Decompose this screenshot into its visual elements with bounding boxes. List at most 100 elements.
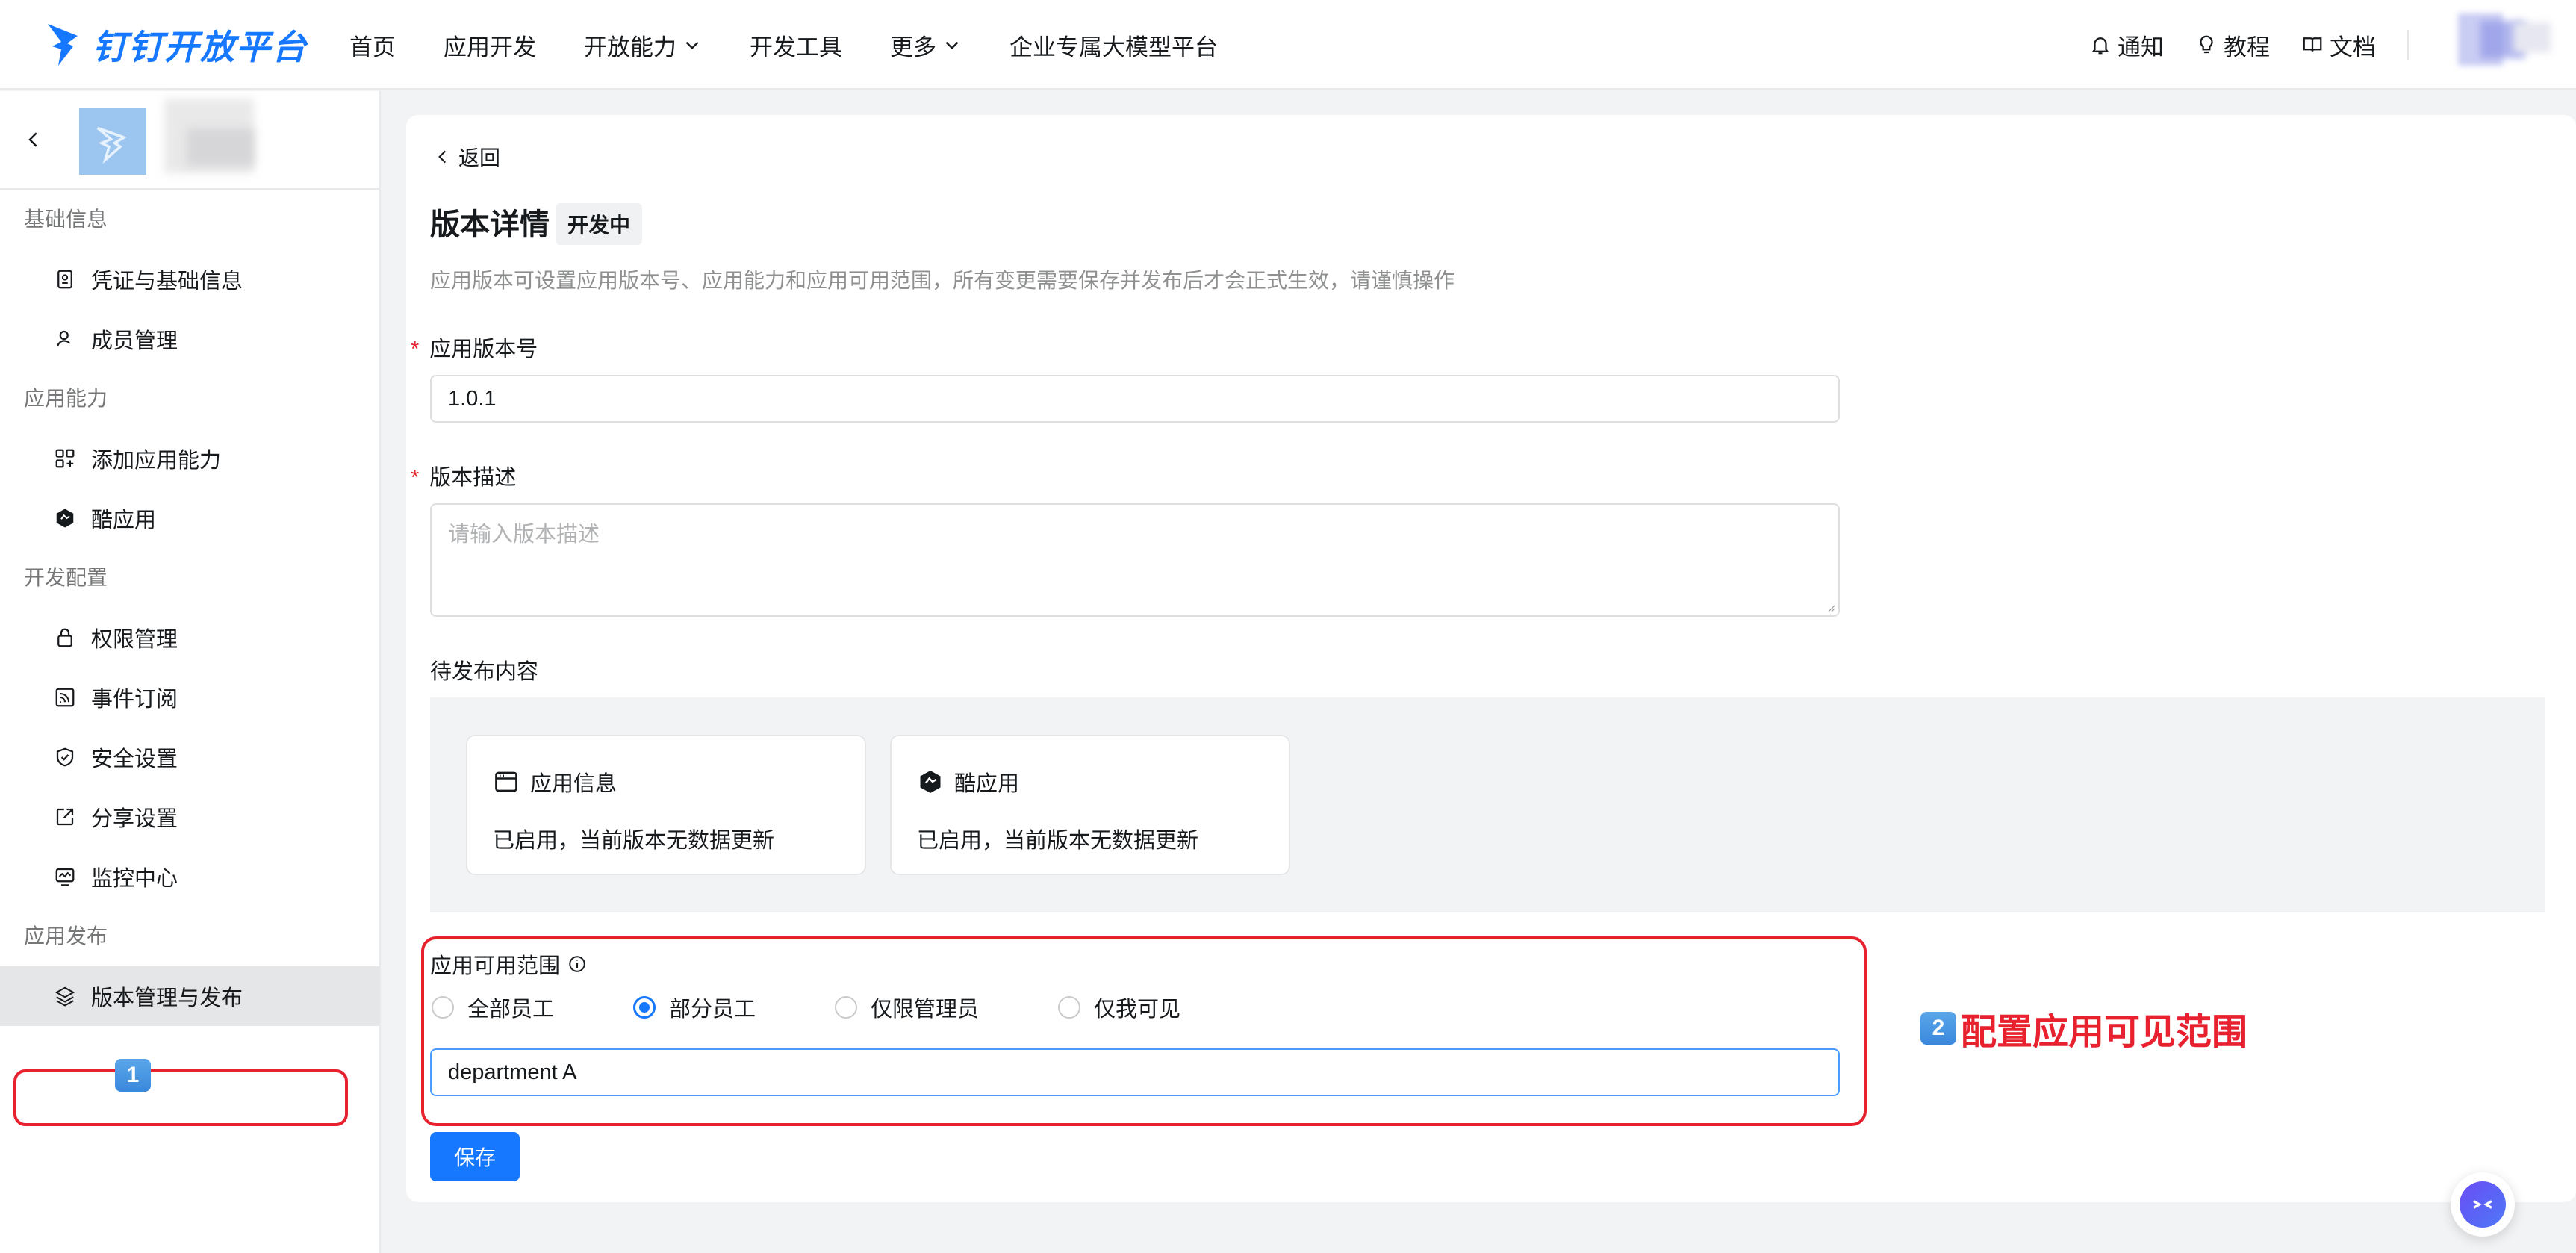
sidebar-item-label: 凭证与基础信息 <box>91 270 243 293</box>
app-icon <box>79 108 146 175</box>
info-icon[interactable] <box>567 954 587 974</box>
pending-card-app-info: 应用信息 已启用，当前版本无数据更新 <box>466 735 866 875</box>
sidebar-item-members[interactable]: 成员管理 <box>0 309 379 369</box>
radio-circle[interactable] <box>432 996 454 1019</box>
sidebar-group-title: 应用发布 <box>24 924 108 948</box>
nav-enterprise-llm[interactable]: 企业专属大模型平台 <box>1009 28 1218 62</box>
radio-all-employees[interactable]: 全部员工 <box>432 992 554 1023</box>
radio-some-employees[interactable]: 部分员工 <box>633 992 756 1023</box>
nav-more[interactable]: 更多 <box>890 28 962 62</box>
chevron-down-icon <box>685 41 699 50</box>
monitor-icon <box>55 868 75 886</box>
sidebar-item-events[interactable]: 事件订阅 <box>0 668 379 727</box>
step-1-badge: 1 <box>115 1059 151 1092</box>
bell-icon <box>2091 37 2109 55</box>
sidebar-item-label: 版本管理与发布 <box>91 986 243 1010</box>
assistant-icon <box>2460 1181 2506 1228</box>
sidebar-item-add-capability[interactable]: 添加应用能力 <box>0 429 379 488</box>
version-label: * 应用版本号 <box>411 332 538 363</box>
radio-circle[interactable] <box>1058 996 1081 1019</box>
book-icon <box>2303 37 2322 52</box>
pending-title: 待发布内容 <box>430 660 539 684</box>
nav-app-dev[interactable]: 应用开发 <box>444 28 536 62</box>
back-link[interactable]: 返回 <box>433 142 500 172</box>
radio-only-me[interactable]: 仅我可见 <box>1058 992 1180 1023</box>
nav-label: 首页 <box>349 34 396 60</box>
sidebar-item-version-publish[interactable]: 版本管理与发布 <box>0 966 379 1026</box>
resize-grip-icon[interactable] <box>1825 602 1835 612</box>
docs-link[interactable]: 文档 <box>2301 28 2376 62</box>
save-button[interactable]: 保存 <box>430 1132 520 1181</box>
sidebar-item-label: 安全设置 <box>91 747 178 771</box>
required-mark: * <box>411 338 420 361</box>
member-icon <box>56 330 71 347</box>
window-icon <box>495 771 517 792</box>
radio-label: 部分员工 <box>669 998 756 1022</box>
brand-logo[interactable]: 钉钉开放平台 <box>45 13 308 76</box>
radio-label: 仅限管理员 <box>871 998 980 1022</box>
version-label-text: 应用版本号 <box>429 338 538 361</box>
nav-home[interactable]: 首页 <box>349 28 396 62</box>
required-mark: * <box>411 466 420 490</box>
sidebar-item-label: 添加应用能力 <box>91 449 222 473</box>
main-card: 返回 版本详情 开发中 应用版本可设置应用版本号、应用能力和应用可用范围，所有变… <box>406 115 2576 1202</box>
chevron-left-icon[interactable] <box>22 128 45 151</box>
pending-card-cool-app: 酷应用 已启用，当前版本无数据更新 <box>890 735 1290 875</box>
nav-label: 开发工具 <box>750 34 842 60</box>
main-nav: 首页 应用开发 开放能力 开发工具 更多 企业专属大模型平台 <box>349 0 1266 90</box>
sidebar-item-cool-app[interactable]: 酷应用 <box>0 488 379 548</box>
nav-dev-tools[interactable]: 开发工具 <box>750 28 842 62</box>
radio-circle[interactable] <box>633 996 656 1019</box>
sidebar-item-credentials[interactable]: 凭证与基础信息 <box>0 249 379 309</box>
nav-divider <box>2407 30 2409 60</box>
pending-card-header: 应用信息 <box>493 766 617 797</box>
highlight-box-sidebar <box>13 1069 348 1126</box>
page-description: 应用版本可设置应用版本号、应用能力和应用可用范围，所有变更需要保存并发布后才会正… <box>430 269 1455 292</box>
nav-right: 通知 教程 文档 <box>2089 0 2576 90</box>
sidebar-item-label: 权限管理 <box>91 628 178 652</box>
cool-app-icon <box>56 509 74 528</box>
desc-placeholder: 请输入版本描述 <box>448 523 600 547</box>
pending-card-body: 已启用，当前版本无数据更新 <box>917 829 1199 853</box>
sidebar-group-title: 应用能力 <box>24 387 108 410</box>
chevron-down-icon <box>945 41 959 50</box>
radio-circle[interactable] <box>835 996 858 1019</box>
sidebar-item-monitor[interactable]: 监控中心 <box>0 847 379 907</box>
app-name <box>164 99 269 181</box>
rss-icon <box>55 688 75 707</box>
range-department-selector[interactable]: department A <box>430 1048 1840 1096</box>
sidebar-item-label: 分享设置 <box>91 807 178 831</box>
version-value: 1.0.1 <box>448 386 497 411</box>
sidebar-item-label: 成员管理 <box>91 329 178 353</box>
department-value: department A <box>448 1060 577 1084</box>
version-description-textarea[interactable]: 请输入版本描述 <box>430 503 1840 617</box>
cool-app-icon <box>920 771 941 793</box>
pending-card-header: 酷应用 <box>917 766 1019 797</box>
step-2-annotation: 2 配置应用可见范围 <box>1920 1002 2247 1054</box>
assistant-float-button[interactable] <box>2451 1172 2515 1237</box>
pending-card-body: 已启用，当前版本无数据更新 <box>493 829 775 853</box>
sidebar-item-permissions[interactable]: 权限管理 <box>0 608 379 668</box>
nav-label: 应用开发 <box>444 34 536 60</box>
tutorial-link[interactable]: 教程 <box>2195 28 2270 62</box>
sidebar-item-security[interactable]: 安全设置 <box>0 727 379 787</box>
page-title: 版本详情 <box>430 208 550 241</box>
lightbulb-icon <box>2200 35 2213 54</box>
pending-content-area: 应用信息 已启用，当前版本无数据更新 酷应用 已启用，当前版本无数据更新 <box>430 697 2545 912</box>
version-input[interactable]: 1.0.1 <box>430 375 1840 423</box>
sidebar-item-label: 事件订阅 <box>91 688 178 712</box>
radio-label: 仅我可见 <box>1094 998 1181 1022</box>
desc-label-text: 版本描述 <box>429 466 517 490</box>
range-radio-group: 全部员工 部分员工 仅限管理员 仅我可见 <box>432 992 1180 1023</box>
user-avatar[interactable] <box>2442 0 2570 90</box>
brand-name: 钉钉开放平台 <box>93 28 308 66</box>
nav-open-capability[interactable]: 开放能力 <box>584 28 702 62</box>
nav-label: 更多 <box>890 34 936 60</box>
sidebar-item-share[interactable]: 分享设置 <box>0 787 379 847</box>
notify-link[interactable]: 通知 <box>2089 28 2164 62</box>
status-badge: 开发中 <box>556 203 643 245</box>
range-label: 应用可用范围 <box>430 948 587 980</box>
radio-admins-only[interactable]: 仅限管理员 <box>835 992 979 1023</box>
credential-icon <box>57 270 72 289</box>
nav-label: 企业专属大模型平台 <box>1009 34 1218 60</box>
